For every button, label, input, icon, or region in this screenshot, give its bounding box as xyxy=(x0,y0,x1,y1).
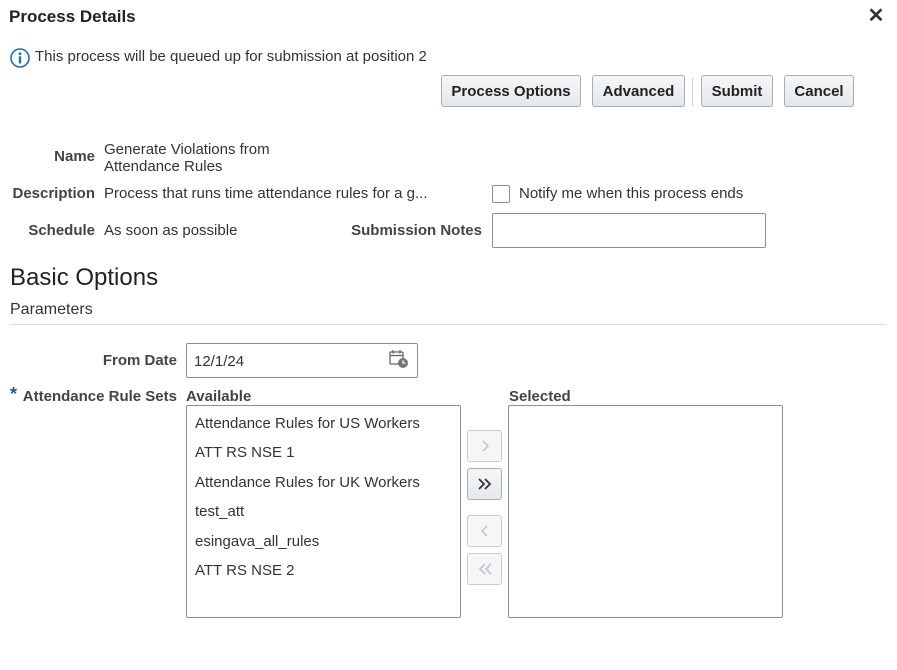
section-title: Basic Options xyxy=(10,264,159,291)
submit-button[interactable]: Submit xyxy=(701,75,773,107)
advanced-button[interactable]: Advanced xyxy=(592,75,685,107)
notify-checkbox[interactable] xyxy=(492,185,510,203)
remove-button[interactable] xyxy=(467,515,502,547)
selected-list[interactable] xyxy=(508,405,783,618)
from-date-input[interactable]: 12/1/24 xyxy=(186,343,418,378)
list-item[interactable]: test_att xyxy=(195,503,244,520)
chevron-left-icon xyxy=(480,525,488,537)
chevron-right-icon xyxy=(481,440,489,452)
close-icon[interactable]: ✕ xyxy=(866,5,886,27)
parameters-heading: Parameters xyxy=(10,301,93,318)
rule-sets-label: Attendance Rule Sets xyxy=(22,388,177,405)
info-icon xyxy=(10,48,30,68)
divider xyxy=(10,324,886,325)
list-item[interactable]: Attendance Rules for UK Workers xyxy=(195,474,420,491)
dialog-title: Process Details xyxy=(9,7,136,26)
required-marker: * xyxy=(10,384,18,404)
move-button[interactable] xyxy=(467,430,502,462)
description-label: Description xyxy=(12,185,95,202)
notify-label[interactable]: Notify me when this process ends xyxy=(519,185,743,202)
name-value-line2: Attendance Rules xyxy=(104,158,223,175)
selected-heading: Selected xyxy=(509,388,571,405)
available-list[interactable]: Attendance Rules for US Workers ATT RS N… xyxy=(186,405,461,618)
double-chevron-right-icon xyxy=(477,478,491,490)
schedule-label: Schedule xyxy=(28,222,95,239)
move-all-button[interactable] xyxy=(467,468,502,500)
list-item[interactable]: esingava_all_rules xyxy=(195,533,319,550)
from-date-label: From Date xyxy=(102,352,177,369)
cancel-button[interactable]: Cancel xyxy=(784,75,854,107)
submission-notes-label: Submission Notes xyxy=(351,222,482,239)
process-options-button[interactable]: Process Options xyxy=(441,75,581,107)
submission-notes-input[interactable] xyxy=(492,213,766,248)
list-item[interactable]: ATT RS NSE 1 xyxy=(195,444,294,461)
list-item[interactable]: Attendance Rules for US Workers xyxy=(195,415,420,432)
name-value: Generate Violations from Attendance Rule… xyxy=(104,141,270,175)
remove-all-button[interactable] xyxy=(467,553,502,585)
description-value: Process that runs time attendance rules … xyxy=(104,185,428,202)
double-chevron-left-icon xyxy=(478,563,492,575)
list-item[interactable]: ATT RS NSE 2 xyxy=(195,562,294,579)
toolbar-separator xyxy=(692,78,693,106)
calendar-icon[interactable] xyxy=(388,348,410,370)
available-heading: Available xyxy=(186,388,252,405)
schedule-value: As soon as possible xyxy=(104,222,238,239)
name-label: Name xyxy=(54,148,95,165)
info-message: This process will be queued up for submi… xyxy=(35,48,427,65)
name-value-line1: Generate Violations from xyxy=(104,141,270,158)
